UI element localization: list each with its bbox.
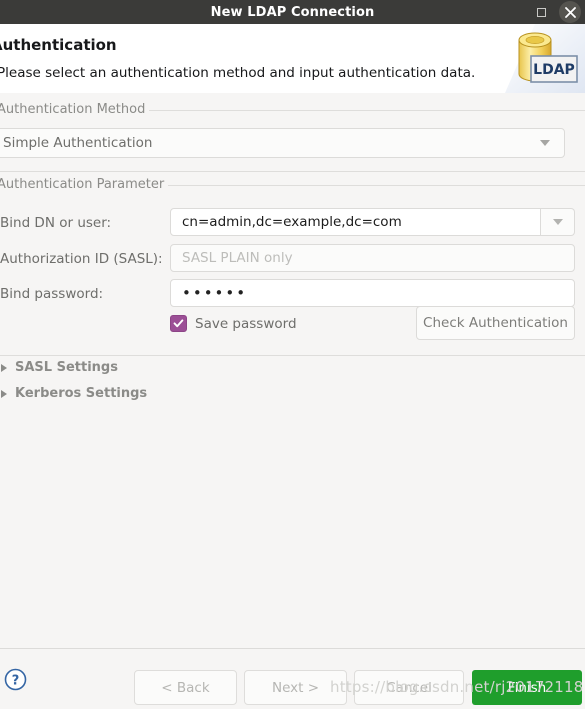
next-button[interactable]: Next > [244, 670, 347, 705]
authentication-method-value: Simple Authentication [3, 135, 153, 151]
chevron-right-icon [1, 389, 7, 398]
bind-dn-input[interactable]: cn=admin,dc=example,dc=com [170, 208, 541, 236]
close-button[interactable] [555, 0, 585, 24]
kerberos-settings-label: Kerberos Settings [15, 386, 148, 401]
svg-text:LDAP: LDAP [533, 62, 575, 78]
back-button[interactable]: < Back [134, 670, 237, 705]
help-icon[interactable]: ? [4, 668, 27, 691]
chevron-down-icon [540, 140, 550, 146]
cancel-button[interactable]: Cancel [354, 670, 464, 705]
save-password-checkbox[interactable] [170, 315, 187, 332]
kerberos-settings-expander[interactable]: Kerberos Settings [0, 386, 147, 401]
authorization-id-input[interactable]: SASL PLAIN only [170, 244, 575, 272]
page-title: Authentication [0, 36, 117, 54]
ldap-database-icon: LDAP [505, 24, 585, 93]
page-subtitle: Please select an authentication method a… [0, 65, 476, 81]
maximize-button[interactable] [527, 0, 555, 24]
bind-dn-label: Bind DN or user: [0, 215, 112, 231]
check-authentication-button[interactable]: Check Authentication [416, 306, 575, 340]
window-controls [527, 0, 585, 24]
finish-button[interactable]: Finish [472, 670, 582, 705]
sasl-settings-label: SASL Settings [15, 360, 118, 375]
wizard-header: Authentication Please select an authenti… [0, 24, 585, 94]
authentication-method-group: Authentication Method Simple Authenticat… [0, 102, 585, 172]
chevron-down-icon [552, 219, 563, 225]
authentication-method-select[interactable]: Simple Authentication [0, 128, 565, 158]
svg-text:?: ? [12, 674, 20, 689]
wizard-content: Authentication Method Simple Authenticat… [0, 93, 585, 631]
bind-password-label: Bind password: [0, 286, 104, 302]
window-titlebar: New LDAP Connection [0, 0, 585, 24]
save-password-label: Save password [195, 315, 297, 332]
bind-dn-dropdown-button[interactable] [541, 208, 575, 236]
chevron-right-icon [1, 363, 7, 372]
authentication-parameter-group-label: Authentication Parameter [0, 177, 169, 193]
maximize-icon [536, 7, 546, 17]
window-title: New LDAP Connection [210, 4, 375, 20]
save-password-row[interactable]: Save password [170, 315, 297, 332]
close-icon [559, 1, 581, 23]
sasl-settings-expander[interactable]: SASL Settings [0, 360, 118, 375]
authorization-id-label: Authorization ID (SASL): [0, 251, 163, 267]
authentication-method-group-label: Authentication Method [0, 102, 150, 118]
wizard-footer: ? < Back Next > Cancel Finish [0, 649, 585, 709]
bind-password-input[interactable]: •••••• [170, 279, 575, 307]
